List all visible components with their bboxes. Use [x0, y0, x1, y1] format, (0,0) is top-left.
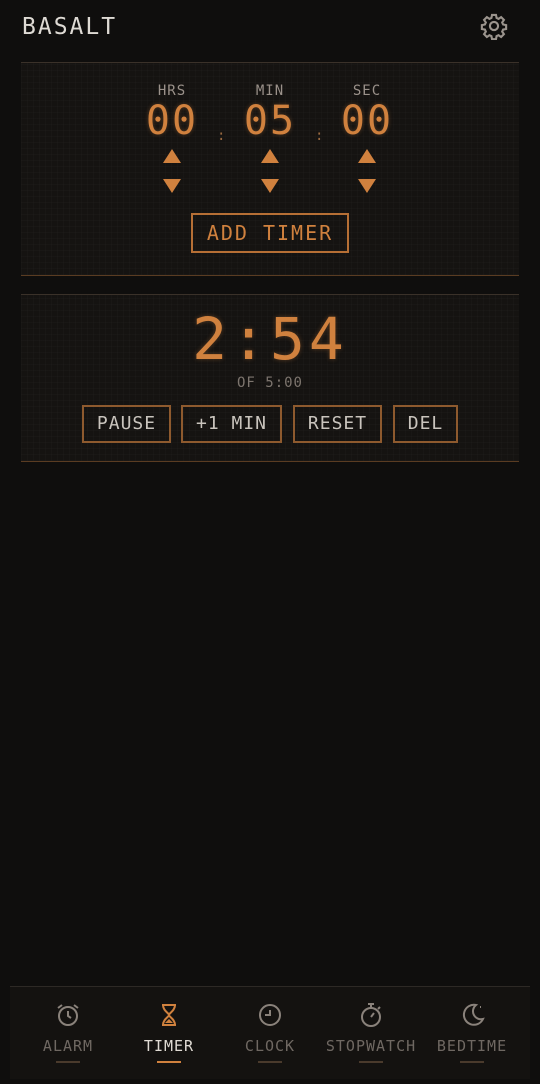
time-separator: :	[217, 128, 226, 144]
minutes-label: MIN	[255, 83, 285, 99]
hourglass-icon	[162, 1004, 176, 1026]
nav-item-bedtime[interactable]: BEDTIME	[420, 1001, 524, 1063]
seconds-increment-button[interactable]	[358, 149, 376, 163]
nav-item-clock[interactable]: CLOCK	[218, 1001, 322, 1063]
total-duration: OF 5:00	[236, 375, 303, 391]
nav-indicator	[359, 1061, 383, 1063]
seconds-decrement-button[interactable]	[358, 179, 376, 193]
gear-icon[interactable]	[480, 12, 508, 40]
nav-label: STOPWATCH	[325, 1037, 417, 1055]
nav-indicator	[157, 1061, 181, 1063]
add-timer-button[interactable]: ADD TIMER	[191, 213, 349, 253]
pause-button[interactable]: PAUSE	[82, 405, 171, 443]
app-title: BASALT	[22, 14, 118, 40]
bottom-nav: ALARM TIMER CLOCK STOPWATCH BEDTIME	[10, 986, 530, 1079]
remaining-time: 2:54	[192, 305, 348, 373]
minutes-value: 05	[243, 98, 297, 144]
nav-label: CLOCK	[244, 1037, 296, 1055]
nav-indicator	[460, 1061, 484, 1063]
stopwatch-icon	[361, 1003, 381, 1027]
nav-label: ALARM	[42, 1037, 94, 1055]
add-minute-button[interactable]: +1 MIN	[181, 405, 282, 443]
alarm-icon	[57, 1004, 79, 1026]
moon-icon	[462, 1003, 485, 1026]
seconds-label: SEC	[352, 83, 382, 99]
time-separator: :	[315, 128, 324, 144]
timer-setter-panel: HRS 00 : MIN 05 : SEC 00 ADD TIMER	[21, 62, 519, 276]
reset-button[interactable]: RESET	[293, 405, 382, 443]
clock-icon	[259, 1004, 281, 1026]
running-timer-panel: 2:54 OF 5:00 PAUSE +1 MIN RESET DEL	[21, 294, 519, 462]
nav-indicator	[56, 1061, 80, 1063]
delete-button[interactable]: DEL	[393, 405, 458, 443]
nav-label: TIMER	[143, 1037, 195, 1055]
hours-value: 00	[145, 98, 199, 144]
nav-label: BEDTIME	[436, 1037, 508, 1055]
hours-increment-button[interactable]	[163, 149, 181, 163]
nav-item-alarm[interactable]: ALARM	[16, 1001, 120, 1063]
hours-label: HRS	[157, 83, 187, 99]
hours-unit: HRS 00	[137, 83, 207, 193]
nav-item-stopwatch[interactable]: STOPWATCH	[319, 1001, 423, 1063]
hours-decrement-button[interactable]	[163, 179, 181, 193]
nav-indicator	[258, 1061, 282, 1063]
seconds-unit: SEC 00	[332, 83, 402, 193]
nav-item-timer[interactable]: TIMER	[117, 1001, 221, 1063]
seconds-value: 00	[340, 98, 394, 144]
minutes-decrement-button[interactable]	[261, 179, 279, 193]
minutes-unit: MIN 05	[235, 83, 305, 193]
minutes-increment-button[interactable]	[261, 149, 279, 163]
app-header: BASALT	[0, 0, 540, 56]
